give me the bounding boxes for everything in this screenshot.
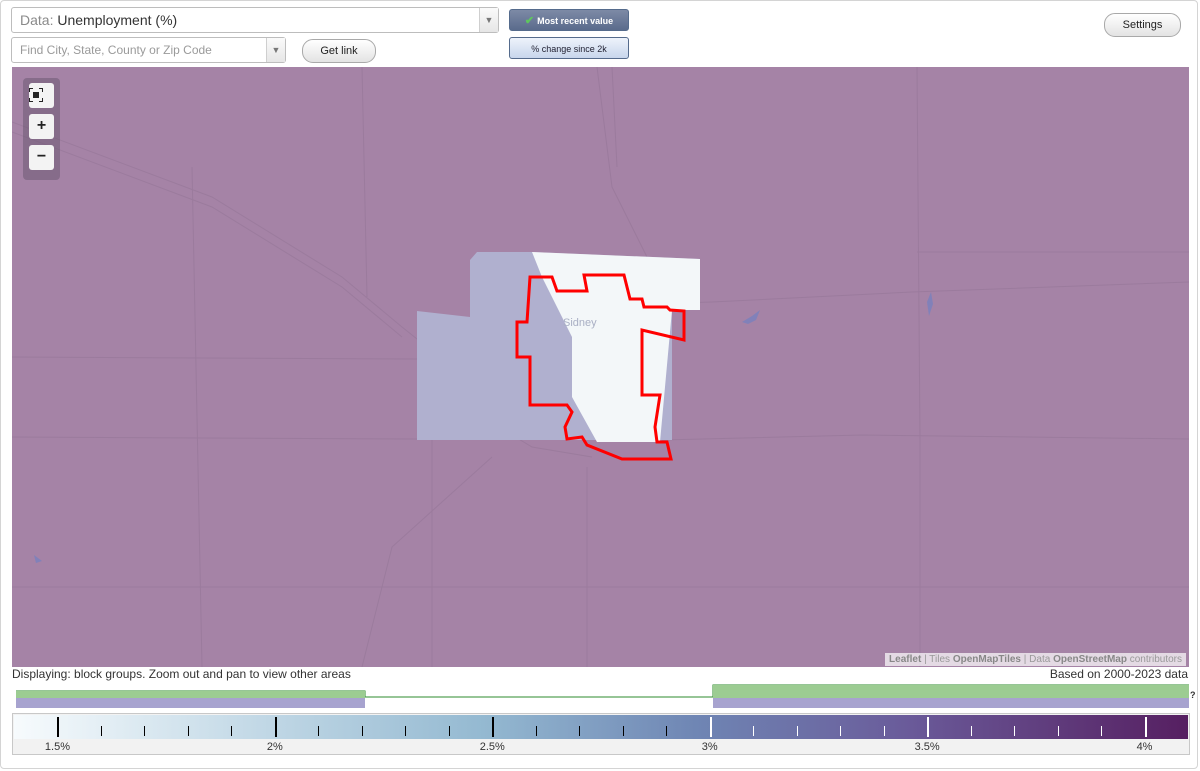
histogram <box>16 684 1189 708</box>
legend-minor-tick <box>144 726 146 736</box>
chevron-down-icon[interactable]: ▼ <box>479 8 498 32</box>
legend-tick-label: 2% <box>266 741 283 753</box>
legend-minor-tick <box>753 726 755 736</box>
legend-minor-tick <box>361 726 363 736</box>
get-link-button[interactable]: Get link <box>302 39 376 63</box>
legend-minor-tick <box>1057 726 1059 736</box>
attribution-contributors: contributors <box>1129 654 1182 665</box>
attribution-separator: | <box>924 654 927 665</box>
legend-minor-tick <box>970 726 972 736</box>
most-recent-label: Most recent value <box>537 16 614 26</box>
legend-minor-tick <box>622 726 624 736</box>
legend-major-tick <box>57 717 60 737</box>
legend-gradient <box>14 715 1188 739</box>
fullscreen-icon[interactable] <box>29 83 54 108</box>
legend-minor-tick <box>231 726 233 736</box>
openstreetmap-link[interactable]: OpenStreetMap <box>1053 654 1127 665</box>
data-select-prefix: Data: <box>20 12 54 28</box>
legend-major-tick <box>709 717 712 737</box>
map-attribution: Leaflet | Tiles OpenMapTiles | Data Open… <box>885 653 1186 666</box>
place-label: Sidney <box>563 317 597 329</box>
data-select-value: Unemployment (%) <box>57 12 178 28</box>
color-legend: 1.5% 2% 2.5% 3% 3.5% 4% <box>12 713 1190 755</box>
legend-tick-label: 3% <box>701 741 718 753</box>
legend-minor-tick <box>840 726 842 736</box>
legend-tick-label: 3.5% <box>914 741 940 753</box>
legend-minor-tick <box>187 726 189 736</box>
display-status: Displaying: block groups. Zoom out and p… <box>12 667 351 681</box>
legend-minor-tick <box>405 726 407 736</box>
settings-button[interactable]: Settings <box>1104 13 1181 37</box>
legend-minor-tick <box>883 726 885 736</box>
legend-tick-label: 4% <box>1136 741 1153 753</box>
legend-major-tick <box>1144 717 1147 737</box>
legend-major-tick <box>492 717 495 737</box>
change-since-2k-toggle[interactable]: % change since 2k <box>509 37 629 59</box>
attribution-data-label: Data <box>1029 654 1051 665</box>
legend-major-tick <box>927 717 930 737</box>
histogram-help-icon[interactable]: ? <box>1190 690 1196 700</box>
map-canvas[interactable] <box>12 67 1189 667</box>
map-view[interactable]: Sidney + − Leaflet | Tiles OpenMapTiles … <box>12 67 1189 667</box>
legend-minor-tick <box>796 726 798 736</box>
legend-minor-tick <box>318 726 320 736</box>
legend-major-tick <box>274 717 277 737</box>
legend-minor-tick <box>1101 726 1103 736</box>
legend-tick-label: 1.5% <box>44 741 71 753</box>
zoom-in-icon[interactable]: + <box>29 114 54 139</box>
legend-minor-tick <box>666 726 668 736</box>
legend-minor-tick <box>535 726 537 736</box>
zoom-out-icon[interactable]: − <box>29 145 54 170</box>
legend-minor-tick <box>448 726 450 736</box>
zoom-controls: + − <box>23 78 60 180</box>
openmaptiles-link[interactable]: OpenMapTiles <box>953 654 1021 665</box>
search-field[interactable]: ▼ <box>11 37 286 63</box>
checkmark-icon: ✔ <box>524 15 535 27</box>
most-recent-value-toggle[interactable]: ✔ Most recent value <box>509 9 629 31</box>
search-input[interactable] <box>20 43 260 57</box>
legend-tick-label: 2.5% <box>479 741 505 753</box>
legend-minor-tick <box>1014 726 1016 736</box>
data-select[interactable]: Data: Unemployment (%) ▼ <box>11 7 499 33</box>
chevron-down-icon[interactable]: ▼ <box>266 38 285 62</box>
legend-minor-tick <box>579 726 581 736</box>
data-range-status: Based on 2000-2023 data <box>1049 667 1188 681</box>
attribution-tiles-label: Tiles <box>929 654 951 665</box>
leaflet-link[interactable]: Leaflet <box>889 654 921 665</box>
legend-minor-tick <box>100 726 102 736</box>
attribution-separator: | <box>1023 654 1027 665</box>
